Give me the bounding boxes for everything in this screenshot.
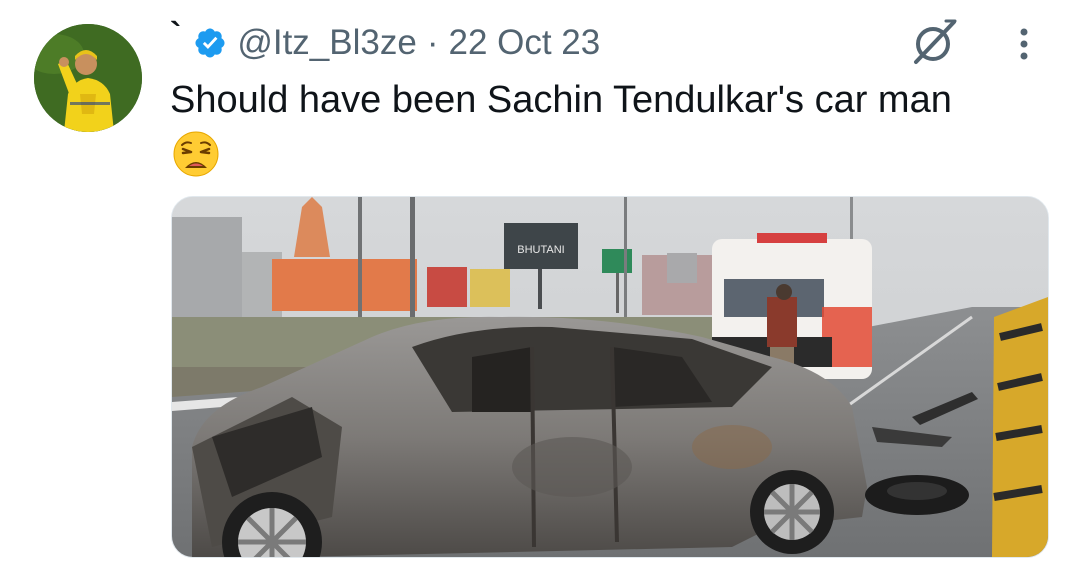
display-name[interactable]: ` <box>170 16 181 55</box>
user-handle[interactable]: @Itz_Bl3ze <box>237 23 417 63</box>
grok-icon[interactable] <box>908 16 960 68</box>
billboard-text: BHUTANI <box>517 244 564 256</box>
more-icon[interactable] <box>1006 22 1042 66</box>
avatar-image <box>34 24 142 132</box>
tweet-media-image[interactable]: BHUTANI <box>171 196 1049 558</box>
weary-face-emoji-icon <box>172 130 220 178</box>
burnt-car-photo: BHUTANI <box>172 197 1048 557</box>
verified-badge-icon <box>193 26 227 60</box>
tweet[interactable]: ` @Itz_Bl3ze · 22 Oct 23 Should have bee… <box>0 0 1080 567</box>
avatar[interactable] <box>34 24 142 132</box>
separator-dot: · <box>426 23 439 62</box>
tweet-date[interactable]: 22 Oct 23 <box>448 23 600 63</box>
tweet-text: Should have been Sachin Tendulkar's car … <box>170 79 952 121</box>
tweet-header: ` @Itz_Bl3ze · 22 Oct 23 <box>170 16 600 68</box>
